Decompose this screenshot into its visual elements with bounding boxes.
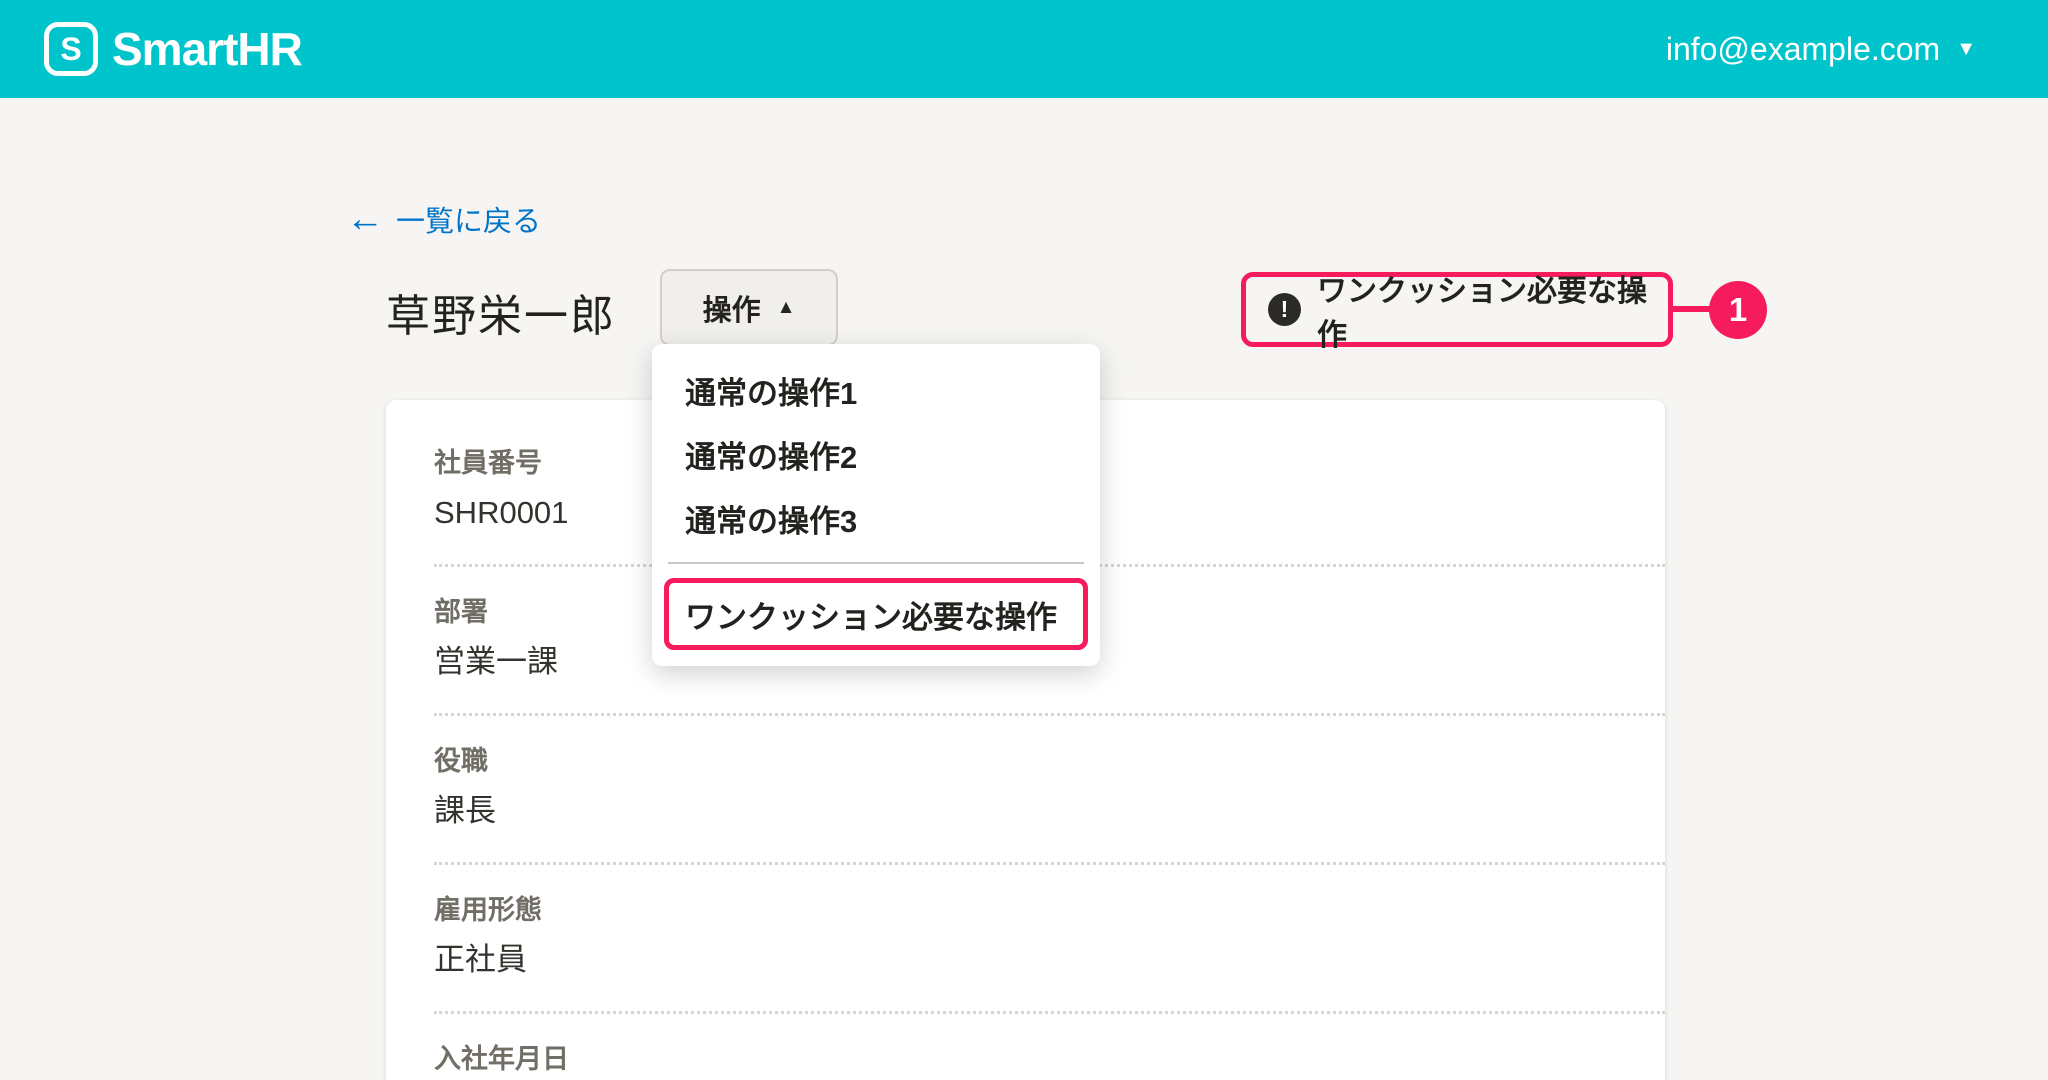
menu-item-normal-1[interactable]: 通常の操作1 xyxy=(652,358,1100,422)
field-value: 課長 xyxy=(434,793,496,828)
actions-button-label: 操作 xyxy=(702,294,761,327)
page-title: 草野栄一郎 xyxy=(386,292,616,341)
field-row-employment-type: 雇用形態 正社員 xyxy=(434,865,1665,1014)
smarthr-logo-icon: S xyxy=(44,22,98,76)
annotation-connector-1 xyxy=(1671,306,1711,312)
account-email: info@example.com xyxy=(1665,30,1941,67)
warn-action-button[interactable]: ワンクッション必要な操作 xyxy=(1317,266,1668,354)
smarthr-logo[interactable]: S SmartHR xyxy=(44,22,303,76)
chevron-down-icon: ▼ xyxy=(1956,37,1976,60)
field-row-position: 役職 課長 xyxy=(434,716,1665,865)
field-label: 役職 xyxy=(434,746,488,776)
field-label: 入社年月日 xyxy=(434,1044,569,1074)
menu-divider xyxy=(668,562,1084,564)
warn-menu-highlight-box: ワンクッション必要な操作 xyxy=(664,578,1088,650)
caret-up-icon: ▲ xyxy=(776,296,796,318)
back-arrow-icon: ← xyxy=(346,198,384,240)
back-link-label: 一覧に戻る xyxy=(396,206,542,238)
annotation-badge-1: 1 xyxy=(1709,281,1767,339)
actions-dropdown-button[interactable]: 操作 ▲ xyxy=(660,269,838,346)
brand-name: SmartHR xyxy=(112,23,303,75)
account-menu[interactable]: info@example.com ▼ xyxy=(1666,31,1976,68)
actions-dropdown-menu: 通常の操作1 通常の操作2 通常の操作3 ワンクッション必要な操作 xyxy=(652,344,1100,666)
annotation-number-1: 1 xyxy=(1728,291,1748,328)
logo-letter: S xyxy=(60,30,82,67)
back-to-list-link[interactable]: ← 一覧に戻る xyxy=(346,198,541,240)
exclamation-icon: ! xyxy=(1268,293,1301,326)
menu-item-normal-2[interactable]: 通常の操作2 xyxy=(652,422,1100,486)
menu-item-warn[interactable]: ワンクッション必要な操作 xyxy=(685,592,1057,637)
field-label: 雇用形態 xyxy=(434,895,542,925)
menu-item-normal-3[interactable]: 通常の操作3 xyxy=(652,486,1100,550)
warn-action-highlight-box: ! ワンクッション必要な操作 xyxy=(1241,272,1673,352)
field-row-hire-date: 入社年月日 xyxy=(434,1014,1665,1080)
field-value: 正社員 xyxy=(434,942,527,977)
app-header: S SmartHR info@example.com ▼ xyxy=(0,0,2048,98)
